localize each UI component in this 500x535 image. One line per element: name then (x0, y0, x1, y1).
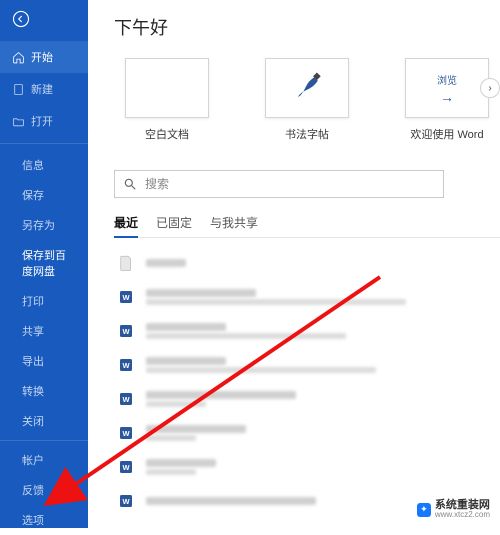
list-item[interactable]: W (114, 280, 500, 314)
svg-text:W: W (122, 429, 130, 438)
template-blank-thumb (125, 58, 209, 118)
nav-transform[interactable]: 转换 (0, 376, 88, 406)
template-blank[interactable]: 空白文档 (114, 58, 220, 142)
list-item[interactable]: W (114, 416, 500, 450)
brush-icon (289, 70, 325, 106)
file-icon (116, 253, 136, 273)
list-item[interactable] (114, 246, 500, 280)
svg-text:W: W (122, 497, 130, 506)
tab-shared[interactable]: 与我共享 (210, 210, 258, 237)
template-next-button[interactable]: › (480, 78, 500, 98)
template-blank-label: 空白文档 (145, 126, 189, 142)
search-box[interactable] (114, 170, 444, 198)
app-root: 开始 新建 打开 信息 保存 另存为 保存到百度网盘 打印 共享 导出 转换 关… (0, 0, 500, 528)
open-folder-icon (12, 115, 25, 128)
nav-open-label: 打开 (31, 113, 53, 129)
template-calligraphy[interactable]: 书法字帖 (254, 58, 360, 142)
sidebar-bottom: 帐户 反馈 选项 (0, 440, 88, 535)
watermark: ✦ 系统重装网 www.xtcz2.com (413, 497, 494, 522)
nav-close[interactable]: 关闭 (0, 406, 88, 436)
welcome-badge: 浏览 (437, 72, 457, 87)
nav-save[interactable]: 保存 (0, 180, 88, 210)
list-item[interactable]: W (114, 450, 500, 484)
list-item[interactable]: W (114, 348, 500, 382)
nav-print[interactable]: 打印 (0, 286, 88, 316)
template-welcome-label: 欢迎使用 Word (410, 126, 483, 142)
svg-text:W: W (122, 293, 130, 302)
back-arrow-icon (12, 10, 30, 28)
search-icon (123, 177, 137, 191)
svg-text:W: W (122, 361, 130, 370)
home-icon (12, 51, 25, 64)
tab-recent[interactable]: 最近 (114, 210, 138, 237)
word-doc-icon: W (116, 355, 136, 375)
templates-row: 空白文档 书法字帖 浏览 → › 欢迎使用 Word (114, 58, 500, 142)
template-welcome-thumb: 浏览 → › (405, 58, 489, 118)
nav-new[interactable]: 新建 (0, 73, 88, 105)
new-doc-icon (12, 83, 25, 96)
nav-save-cloud[interactable]: 保存到百度网盘 (0, 240, 88, 286)
tab-pinned[interactable]: 已固定 (156, 210, 192, 237)
word-doc-icon: W (116, 321, 136, 341)
nav-open[interactable]: 打开 (0, 105, 88, 137)
nav-saveas[interactable]: 另存为 (0, 210, 88, 240)
search-input[interactable] (145, 177, 435, 191)
list-item[interactable]: W (114, 382, 500, 416)
word-doc-icon: W (116, 287, 136, 307)
template-calligraphy-label: 书法字帖 (285, 126, 329, 142)
sidebar: 开始 新建 打开 信息 保存 另存为 保存到百度网盘 打印 共享 导出 转换 关… (0, 0, 88, 528)
svg-text:W: W (122, 463, 130, 472)
document-list: W W W W (114, 246, 500, 518)
nav-info[interactable]: 信息 (0, 150, 88, 180)
greeting: 下午好 (114, 14, 500, 40)
nav-start-label: 开始 (31, 49, 53, 65)
watermark-icon: ✦ (417, 503, 431, 517)
nav-export[interactable]: 导出 (0, 346, 88, 376)
svg-text:W: W (122, 395, 130, 404)
nav-share[interactable]: 共享 (0, 316, 88, 346)
main-panel: 下午好 空白文档 书法字帖 浏览 → › 欢迎使用 Word (88, 0, 500, 528)
template-calligraphy-thumb (265, 58, 349, 118)
nav-new-label: 新建 (31, 81, 53, 97)
back-button[interactable] (0, 0, 88, 41)
document-tabs: 最近 已固定 与我共享 (114, 210, 500, 238)
word-doc-icon: W (116, 389, 136, 409)
nav-start[interactable]: 开始 (0, 41, 88, 73)
search-row (114, 170, 500, 198)
arrow-right-icon: → (440, 89, 454, 105)
nav-feedback[interactable]: 反馈 (0, 475, 88, 505)
nav-account[interactable]: 帐户 (0, 445, 88, 475)
svg-text:W: W (122, 327, 130, 336)
template-welcome[interactable]: 浏览 → › 欢迎使用 Word (394, 58, 500, 142)
word-doc-icon: W (116, 423, 136, 443)
word-doc-icon: W (116, 491, 136, 511)
list-item[interactable]: W (114, 314, 500, 348)
word-doc-icon: W (116, 457, 136, 477)
nav-options[interactable]: 选项 (0, 505, 88, 535)
watermark-url: www.xtcz2.com (435, 511, 490, 520)
